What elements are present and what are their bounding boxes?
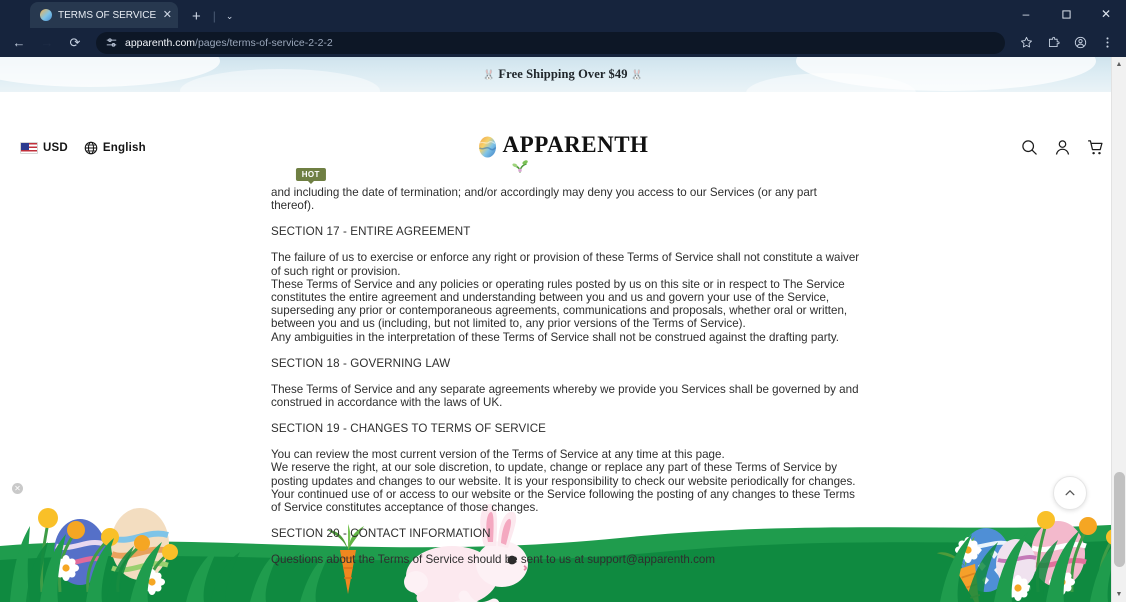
browser-tab[interactable]: TERMS OF SERVICE – APPAREN ✕: [30, 2, 178, 28]
site-settings-icon[interactable]: [106, 37, 117, 48]
terms-of-service-content: and including the date of termination; a…: [0, 186, 1126, 602]
address-bar-text: apparenth.com/pages/terms-of-service-2-2…: [125, 37, 333, 49]
locale-selectors: USD English: [20, 141, 146, 155]
section-heading-17: SECTION 17 - ENTIRE AGREEMENT: [271, 225, 471, 239]
announcement-text: 🐰 Free Shipping Over $49 🐰: [483, 67, 644, 82]
announcement-label: Free Shipping Over $49: [498, 67, 628, 81]
tab-close-icon[interactable]: ✕: [163, 9, 172, 21]
address-bar[interactable]: apparenth.com/pages/terms-of-service-2-2…: [96, 31, 1005, 54]
new-tab-button[interactable]: +: [192, 9, 201, 28]
tab-separator: |: [212, 9, 216, 23]
scroll-to-top-button[interactable]: [1053, 476, 1087, 510]
document-body: and including the date of termination; a…: [271, 186, 861, 566]
scrollbar-up-arrow[interactable]: ▲: [1112, 57, 1126, 72]
minimize-button[interactable]: –: [1006, 0, 1046, 28]
section-17-paragraph-1: The failure of us to exercise or enforce…: [271, 251, 860, 278]
section-heading-20: SECTION 20 - CONTACT INFORMATION: [271, 527, 491, 541]
section-18-paragraph-1: These Terms of Service and any separate …: [271, 382, 859, 410]
scrollbar-down-arrow[interactable]: ▼: [1112, 587, 1126, 602]
user-icon[interactable]: [1054, 139, 1071, 156]
extensions-icon[interactable]: [1040, 31, 1066, 55]
bunny-emoji-right: 🐰: [630, 70, 644, 81]
site-header: USD English APPARENTH: [0, 92, 1126, 180]
section-heading-19: SECTION 19 - CHANGES TO TERMS OF SERVICE: [271, 422, 547, 436]
url-domain: apparenth.com: [125, 36, 196, 49]
bookmark-star-icon[interactable]: [1013, 31, 1039, 55]
sprig-decoration-icon: [512, 160, 528, 173]
cart-icon[interactable]: [1087, 139, 1104, 156]
page-scrollbar[interactable]: ▲ ▼: [1111, 57, 1126, 602]
bunny-emoji-left: 🐰: [482, 70, 496, 81]
currency-selector[interactable]: USD: [20, 142, 68, 154]
section-17-paragraph-2: These Terms of Service and any policies …: [271, 277, 848, 331]
section-heading-18: SECTION 18 - GOVERNING LAW: [271, 356, 451, 370]
section-17-paragraph-3: Any ambiguities in the interpretation of…: [271, 330, 839, 344]
hot-badge: HOT: [295, 168, 326, 181]
globe-icon: [84, 141, 98, 155]
browser-titlebar: TERMS OF SERVICE – APPAREN ✕ + | ⌄ – ✕: [0, 0, 1126, 28]
url-path: /pages/terms-of-service-2-2-2: [195, 36, 333, 49]
section-19-paragraph-1: You can review the most current version …: [271, 448, 725, 462]
tab-favicon: [40, 9, 52, 21]
daisy: [53, 555, 79, 581]
window-controls: – ✕: [1006, 0, 1126, 28]
toolbar-right-actions: [1013, 31, 1120, 55]
forward-button[interactable]: →: [34, 31, 60, 55]
us-flag-icon: [20, 142, 38, 154]
three-dot-menu-icon[interactable]: [1094, 31, 1120, 55]
section-19-paragraph-2: We reserve the right, at our sole discre…: [271, 461, 856, 515]
easter-egg-logo-icon: [479, 136, 497, 157]
chevron-up-icon: [1065, 490, 1075, 496]
popup-close-button[interactable]: ✕: [12, 483, 23, 494]
maximize-button[interactable]: [1046, 0, 1086, 28]
cloud-decoration: [180, 69, 380, 92]
tab-list-button[interactable]: ⌄: [226, 11, 234, 28]
scrollbar-thumb[interactable]: [1114, 472, 1125, 567]
section-20-paragraph-1: Questions about the Terms of Service sho…: [271, 553, 715, 567]
browser-toolbar: ← → ⟳ apparenth.com/pages/terms-of-servi…: [0, 28, 1126, 57]
language-selector[interactable]: English: [84, 141, 146, 155]
close-window-button[interactable]: ✕: [1086, 0, 1126, 28]
tab-title: TERMS OF SERVICE – APPAREN: [58, 9, 157, 21]
brand-logo[interactable]: APPARENTH: [478, 132, 649, 158]
page-viewport: 🐰 Free Shipping Over $49 🐰 USD English A…: [0, 57, 1126, 602]
currency-label: USD: [43, 142, 68, 154]
maximize-icon: [1061, 9, 1071, 19]
browser-window: TERMS OF SERVICE – APPAREN ✕ + | ⌄ – ✕ ←…: [0, 0, 1126, 602]
back-button[interactable]: ←: [6, 31, 32, 55]
profile-icon[interactable]: [1067, 31, 1093, 55]
intro-paragraph: and including the date of termination; a…: [271, 186, 817, 213]
language-label: English: [102, 142, 146, 154]
reload-button[interactable]: ⟳: [62, 31, 88, 55]
brand-name: APPARENTH: [502, 132, 649, 157]
search-icon[interactable]: [1021, 139, 1038, 156]
announcement-bar: 🐰 Free Shipping Over $49 🐰: [0, 57, 1126, 92]
header-actions: [1021, 139, 1104, 156]
